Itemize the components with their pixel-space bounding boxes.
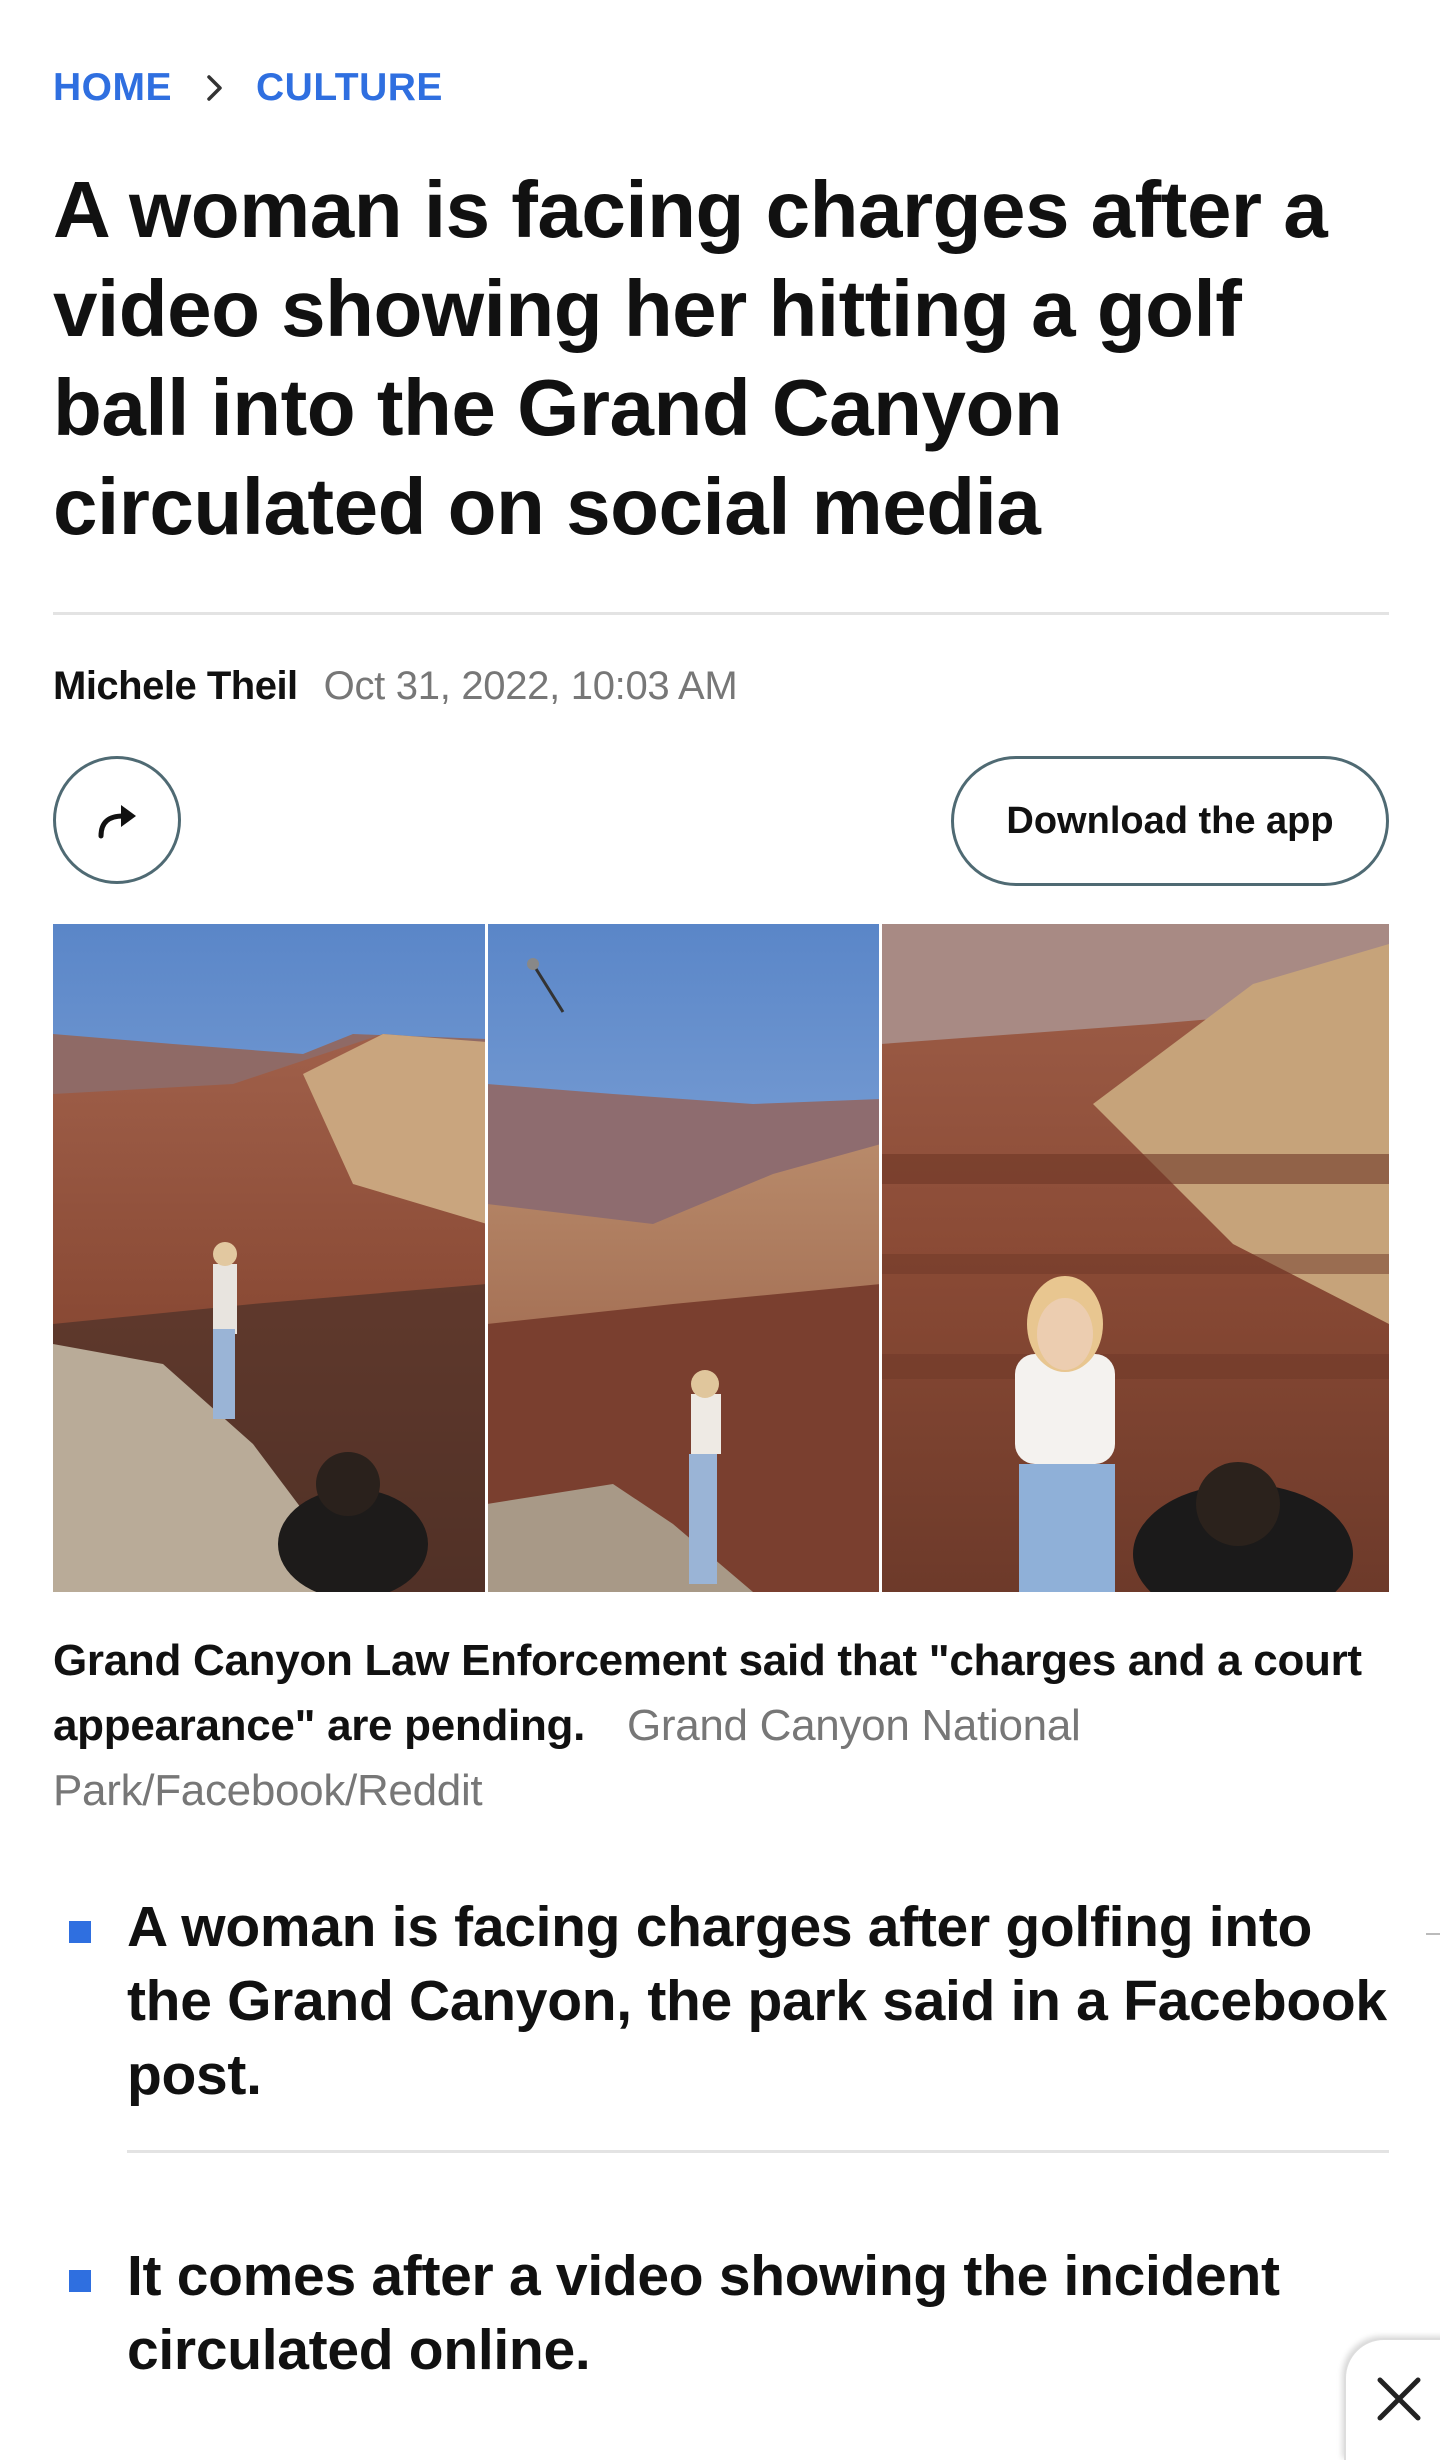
- publish-date: Oct 31, 2022, 10:03 AM: [323, 664, 738, 708]
- key-point-text: A woman is facing charges after golfing …: [127, 1895, 1387, 2107]
- bullet-square-icon: [69, 2270, 91, 2292]
- breadcrumb-culture-link[interactable]: CULTURE: [256, 66, 443, 110]
- breadcrumb-home-link[interactable]: HOME: [53, 66, 172, 110]
- key-point-text: It comes after a video showing the incid…: [127, 2244, 1280, 2382]
- share-arrow-icon: [98, 805, 136, 839]
- author-name[interactable]: Michele Theil: [53, 664, 298, 709]
- grand-canyon-golf-photo-collage: [53, 924, 1389, 1592]
- image-caption: Grand Canyon Law Enforcement said that "…: [53, 1628, 1389, 1823]
- divider: [53, 612, 1389, 615]
- chevron-right-icon: [204, 73, 226, 103]
- article-hero-image: [53, 924, 1389, 1592]
- divider: [127, 2150, 1389, 2153]
- close-overlay-button[interactable]: [1344, 2338, 1440, 2460]
- share-button[interactable]: [53, 756, 181, 884]
- download-app-button[interactable]: Download the app: [951, 756, 1389, 886]
- article-headline: A woman is facing charges after a video …: [53, 165, 1328, 551]
- bullet-square-icon: [69, 1921, 91, 1943]
- key-point-item: It comes after a video showing the incid…: [53, 2239, 1389, 2387]
- byline: Michele Theil Oct 31, 2022, 10:03 AM: [53, 664, 738, 709]
- key-points-list: A woman is facing charges after golfing …: [53, 1890, 1389, 2387]
- scroll-indicator: [1426, 1933, 1440, 1935]
- key-point-item: A woman is facing charges after golfing …: [53, 1890, 1389, 2112]
- breadcrumb: HOME CULTURE: [53, 66, 443, 110]
- close-icon: [1377, 2377, 1421, 2421]
